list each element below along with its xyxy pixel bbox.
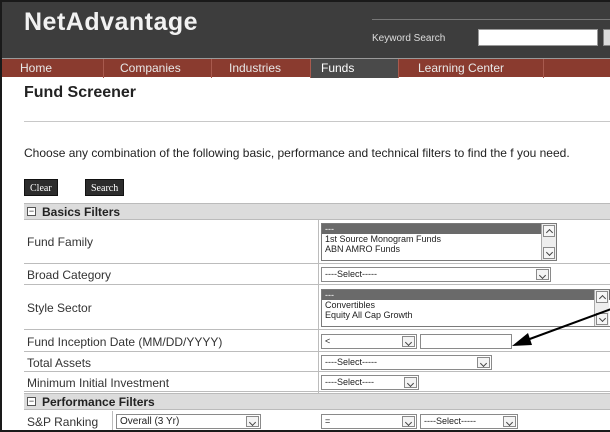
- title-divider: [24, 121, 610, 122]
- select-value: Overall (3 Yr): [120, 416, 180, 427]
- select-value: =: [325, 416, 331, 426]
- style-sector-label: Style Sector: [27, 301, 92, 315]
- page-title: Fund Screener: [24, 84, 137, 101]
- sp-ranking-period-select[interactable]: Overall (3 Yr): [116, 414, 261, 429]
- browser-frame: NetAdvantage Keyword Search Home Compani…: [0, 0, 610, 432]
- main-nav: Home Companies Industries Funds Learning…: [2, 58, 610, 78]
- clear-button[interactable]: Clear: [24, 179, 58, 196]
- keyword-search-go-button[interactable]: [603, 29, 610, 46]
- listbox-scrollbar[interactable]: [541, 224, 556, 260]
- fund-family-listbox[interactable]: --- 1st Source Monogram Funds ABN AMRO F…: [321, 223, 557, 261]
- select-value: <: [325, 336, 331, 346]
- performance-filters-label: Performance Filters: [42, 395, 155, 409]
- total-assets-select[interactable]: ----Select-----: [321, 355, 492, 370]
- broad-category-label: Broad Category: [27, 268, 112, 282]
- inception-date-input[interactable]: [420, 334, 512, 349]
- list-option[interactable]: ---: [322, 224, 556, 234]
- performance-filters-header[interactable]: − Performance Filters: [24, 393, 610, 410]
- scroll-up-icon[interactable]: [596, 291, 608, 303]
- list-option[interactable]: Convertibles: [322, 300, 610, 310]
- listbox-scrollbar[interactable]: [594, 290, 609, 326]
- scroll-up-icon[interactable]: [543, 225, 555, 237]
- chevron-down-icon[interactable]: [246, 416, 259, 427]
- basics-filters-label: Basics Filters: [42, 205, 121, 219]
- intro-text: Choose any combination of the following …: [24, 146, 570, 160]
- inception-date-row: Fund Inception Date (MM/DD/YYYY): [24, 331, 610, 352]
- min-investment-label: Minimum Initial Investment: [27, 376, 170, 390]
- site-header: NetAdvantage Keyword Search: [2, 2, 610, 58]
- chevron-down-icon[interactable]: [402, 416, 415, 427]
- nav-industries[interactable]: Industries: [212, 59, 311, 78]
- nav-home[interactable]: Home: [2, 59, 104, 78]
- nav-funds[interactable]: Funds: [311, 59, 399, 78]
- nav-learning-center[interactable]: Learning Center: [399, 59, 544, 78]
- keyword-search-label: Keyword Search: [372, 33, 446, 44]
- sp-ranking-operator-select[interactable]: =: [321, 414, 417, 429]
- inception-date-label: Fund Inception Date (MM/DD/YYYY): [27, 335, 223, 349]
- list-option[interactable]: Equity All Cap Growth: [322, 310, 610, 320]
- scroll-down-icon[interactable]: [596, 313, 608, 325]
- select-value: ----Select----: [325, 377, 374, 387]
- collapse-icon[interactable]: −: [27, 207, 36, 216]
- sp-ranking-label: S&P Ranking: [27, 415, 99, 429]
- select-value: ----Select-----: [424, 416, 476, 426]
- min-investment-select[interactable]: ----Select----: [321, 375, 419, 390]
- total-assets-label: Total Assets: [27, 356, 92, 370]
- cell-divider: [112, 411, 113, 430]
- basics-filters-header[interactable]: − Basics Filters: [24, 203, 610, 220]
- min-investment-row: Minimum Initial Investment: [24, 373, 610, 392]
- total-assets-row: Total Assets: [24, 353, 610, 372]
- chevron-down-icon[interactable]: [536, 269, 549, 280]
- select-value: ----Select-----: [325, 269, 377, 279]
- nav-companies[interactable]: Companies: [104, 59, 212, 78]
- inception-operator-select[interactable]: <: [321, 334, 417, 349]
- keyword-search-input[interactable]: [478, 29, 598, 46]
- header-divider: [372, 19, 610, 20]
- list-option[interactable]: 1st Source Monogram Funds: [322, 234, 556, 244]
- search-button[interactable]: Search: [85, 179, 125, 196]
- style-sector-listbox[interactable]: --- Convertibles Equity All Cap Growth: [321, 289, 610, 327]
- sp-ranking-value-select[interactable]: ----Select-----: [420, 414, 518, 429]
- collapse-icon[interactable]: −: [27, 397, 36, 406]
- chevron-down-icon[interactable]: [503, 416, 516, 427]
- select-value: ----Select-----: [325, 357, 377, 367]
- chevron-down-icon[interactable]: [404, 377, 417, 388]
- chevron-down-icon[interactable]: [402, 336, 415, 347]
- chevron-down-icon[interactable]: [477, 357, 490, 368]
- list-option[interactable]: ---: [322, 290, 610, 300]
- netadvantage-logo[interactable]: NetAdvantage: [24, 8, 198, 37]
- broad-category-select[interactable]: ----Select-----: [321, 267, 551, 282]
- scroll-down-icon[interactable]: [543, 247, 555, 259]
- list-option[interactable]: ABN AMRO Funds: [322, 244, 556, 254]
- fund-family-label: Fund Family: [27, 235, 94, 249]
